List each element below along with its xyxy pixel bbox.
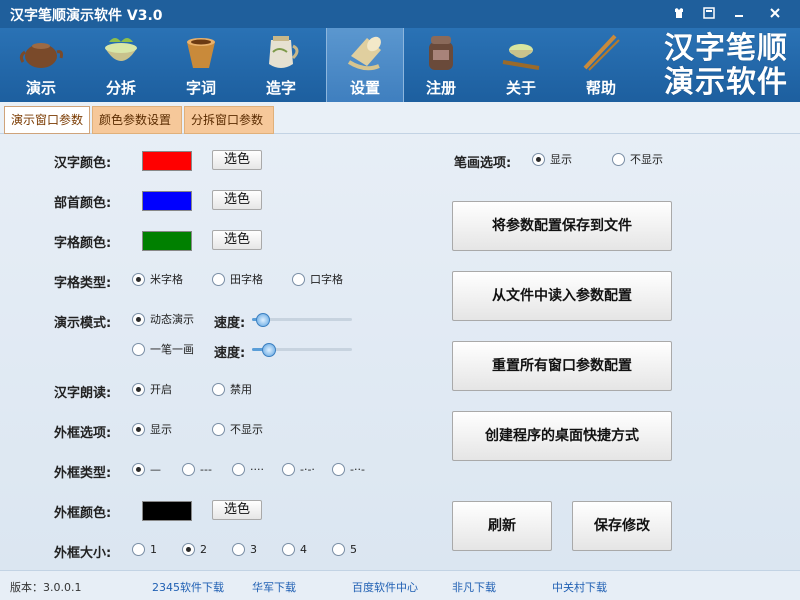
radical-color-label: 部首颜色: [54,196,112,211]
skin-icon[interactable] [698,3,720,23]
frame-size-5-radio[interactable]: 5 [332,542,357,558]
frame-show-radio[interactable]: 显示 [132,422,172,438]
read-off-radio[interactable]: 禁用 [212,382,252,398]
reset-all-config-button[interactable]: 重置所有窗口参数配置 [452,341,672,391]
toolbar-label: 造字 [265,79,296,97]
grid-type-tian-radio[interactable]: 田字格 [212,272,263,288]
grid-color-label: 字格颜色: [54,236,112,251]
toolbar-item-create-char[interactable]: 造字 [242,28,320,102]
frame-color-swatch [142,501,192,521]
stroke-show-radio[interactable]: 显示 [532,152,572,168]
brand-logo-text: 汉字笔顺 演示软件 [664,32,788,100]
shirt-icon[interactable] [668,3,690,23]
frame-size-3-radio[interactable]: 3 [232,542,257,558]
main-toolbar: 演示 分拆 字词 造字 设置 注册 关于 帮助 汉字笔顺 演示软件 [0,28,800,102]
link-feifan[interactable]: 非凡下载 [452,579,496,595]
toolbar-item-settings[interactable]: 设置 [326,28,404,102]
grid-color-swatch [142,231,192,251]
link-zol[interactable]: 中关村下载 [552,579,607,595]
toolbar-item-demo[interactable]: 演示 [2,28,80,102]
read-on-radio[interactable]: 开启 [132,382,172,398]
tea-bowl-icon [105,38,137,61]
toolbar-item-words[interactable]: 字词 [162,28,240,102]
demo-mode-label: 演示模式: [54,316,112,331]
hanzi-color-pick-button[interactable]: 选色 [212,150,262,170]
hanzi-color-label: 汉字颜色: [54,156,112,171]
frame-option-label: 外框选项: [54,426,112,441]
frame-color-label: 外框颜色: [54,506,112,521]
link-baidu[interactable]: 百度软件中心 [352,579,418,595]
demo-mode-dynamic-radio[interactable]: 动态演示 [132,312,194,328]
save-config-to-file-button[interactable]: 将参数配置保存到文件 [452,201,672,251]
tab-color-params[interactable]: 颜色参数设置 [92,106,182,134]
frame-size-4-radio[interactable]: 4 [282,542,307,558]
cup-icon [187,38,215,68]
frame-size-1-radio[interactable]: 1 [132,542,157,558]
save-changes-button[interactable]: 保存修改 [572,501,672,551]
window-title: 汉字笔顺演示软件 V3.0 [10,8,163,24]
link-huajun[interactable]: 华军下载 [252,579,296,595]
link-2345[interactable]: 2345软件下载 [152,579,224,595]
toolbar-item-split[interactable]: 分拆 [82,28,160,102]
toolbar-label: 设置 [349,79,380,97]
jug-icon [269,36,299,68]
tab-demo-window-params[interactable]: 演示窗口参数 [4,106,90,134]
toolbar-label: 帮助 [585,79,616,97]
toolbar-label: 演示 [25,79,56,97]
toolbar-label: 分拆 [105,79,136,97]
brand-line-2: 演示软件 [664,65,788,100]
frame-type-solid-radio[interactable]: — [132,462,161,478]
settings-tabs: 演示窗口参数 颜色参数设置 分拆窗口参数 [0,102,800,134]
toolbar-label: 注册 [425,79,456,97]
load-config-from-file-button[interactable]: 从文件中读入参数配置 [452,271,672,321]
toolbar-label: 字词 [185,79,216,97]
frame-size-label: 外框大小: [54,546,112,561]
stroke-option-label: 笔画选项: [454,156,512,171]
frame-size-2-radio[interactable]: 2 [182,542,207,558]
stroke-hide-radio[interactable]: 不显示 [612,152,663,168]
frame-type-dash-radio[interactable]: --- [182,462,212,478]
tab-split-window-params[interactable]: 分拆窗口参数 [184,106,274,134]
minimize-icon[interactable] [728,3,750,23]
grid-color-pick-button[interactable]: 选色 [212,230,262,250]
grid-type-kou-radio[interactable]: 口字格 [292,272,343,288]
grid-type-label: 字格类型: [54,276,112,291]
tea-tray-icon [502,44,540,70]
hanzi-read-label: 汉字朗读: [54,386,112,401]
grid-type-mi-radio[interactable]: 米字格 [132,272,183,288]
speed-label-dynamic: 速度: [214,316,246,331]
frame-type-dashdotdot-radio[interactable]: -··- [332,462,365,478]
frame-type-dot-radio[interactable]: ···· [232,462,264,478]
demo-mode-stroke-radio[interactable]: 一笔一画 [132,342,194,358]
create-desktop-shortcut-button[interactable]: 创建程序的桌面快捷方式 [452,411,672,461]
frame-color-pick-button[interactable]: 选色 [212,500,262,520]
toolbar-item-help[interactable]: 帮助 [562,28,640,102]
radical-color-pick-button[interactable]: 选色 [212,190,262,210]
tea-jar-icon [429,36,453,70]
version-text: 版本：3.0.0.1 [10,581,82,594]
speed-stroke-slider[interactable] [252,343,352,357]
tipped-cup-icon [347,36,381,71]
status-bar: 版本：3.0.0.1 2345软件下载 华军下载 百度软件中心 非凡下载 中关村… [0,570,800,600]
toolbar-item-register[interactable]: 注册 [402,28,480,102]
teapot-icon [19,43,63,68]
frame-type-dashdot-radio[interactable]: -·-· [282,462,315,478]
toolbar-item-about[interactable]: 关于 [482,28,560,102]
speed-dynamic-slider[interactable] [252,313,352,327]
settings-panel: 汉字颜色: 选色 部首颜色: 选色 字格颜色: 选色 字格类型: 米字格 田字格… [0,134,800,570]
close-icon[interactable] [764,3,786,23]
frame-hide-radio[interactable]: 不显示 [212,422,263,438]
title-bar: 汉字笔顺演示软件 V3.0 [0,0,800,28]
brand-line-1: 汉字笔顺 [664,31,788,66]
hanzi-color-swatch [142,151,192,171]
refresh-button[interactable]: 刷新 [452,501,552,551]
radical-color-swatch [142,191,192,211]
toolbar-label: 关于 [505,79,536,97]
tea-scoop-icon [583,34,620,71]
speed-label-stroke: 速度: [214,346,246,361]
frame-type-label: 外框类型: [54,466,112,481]
